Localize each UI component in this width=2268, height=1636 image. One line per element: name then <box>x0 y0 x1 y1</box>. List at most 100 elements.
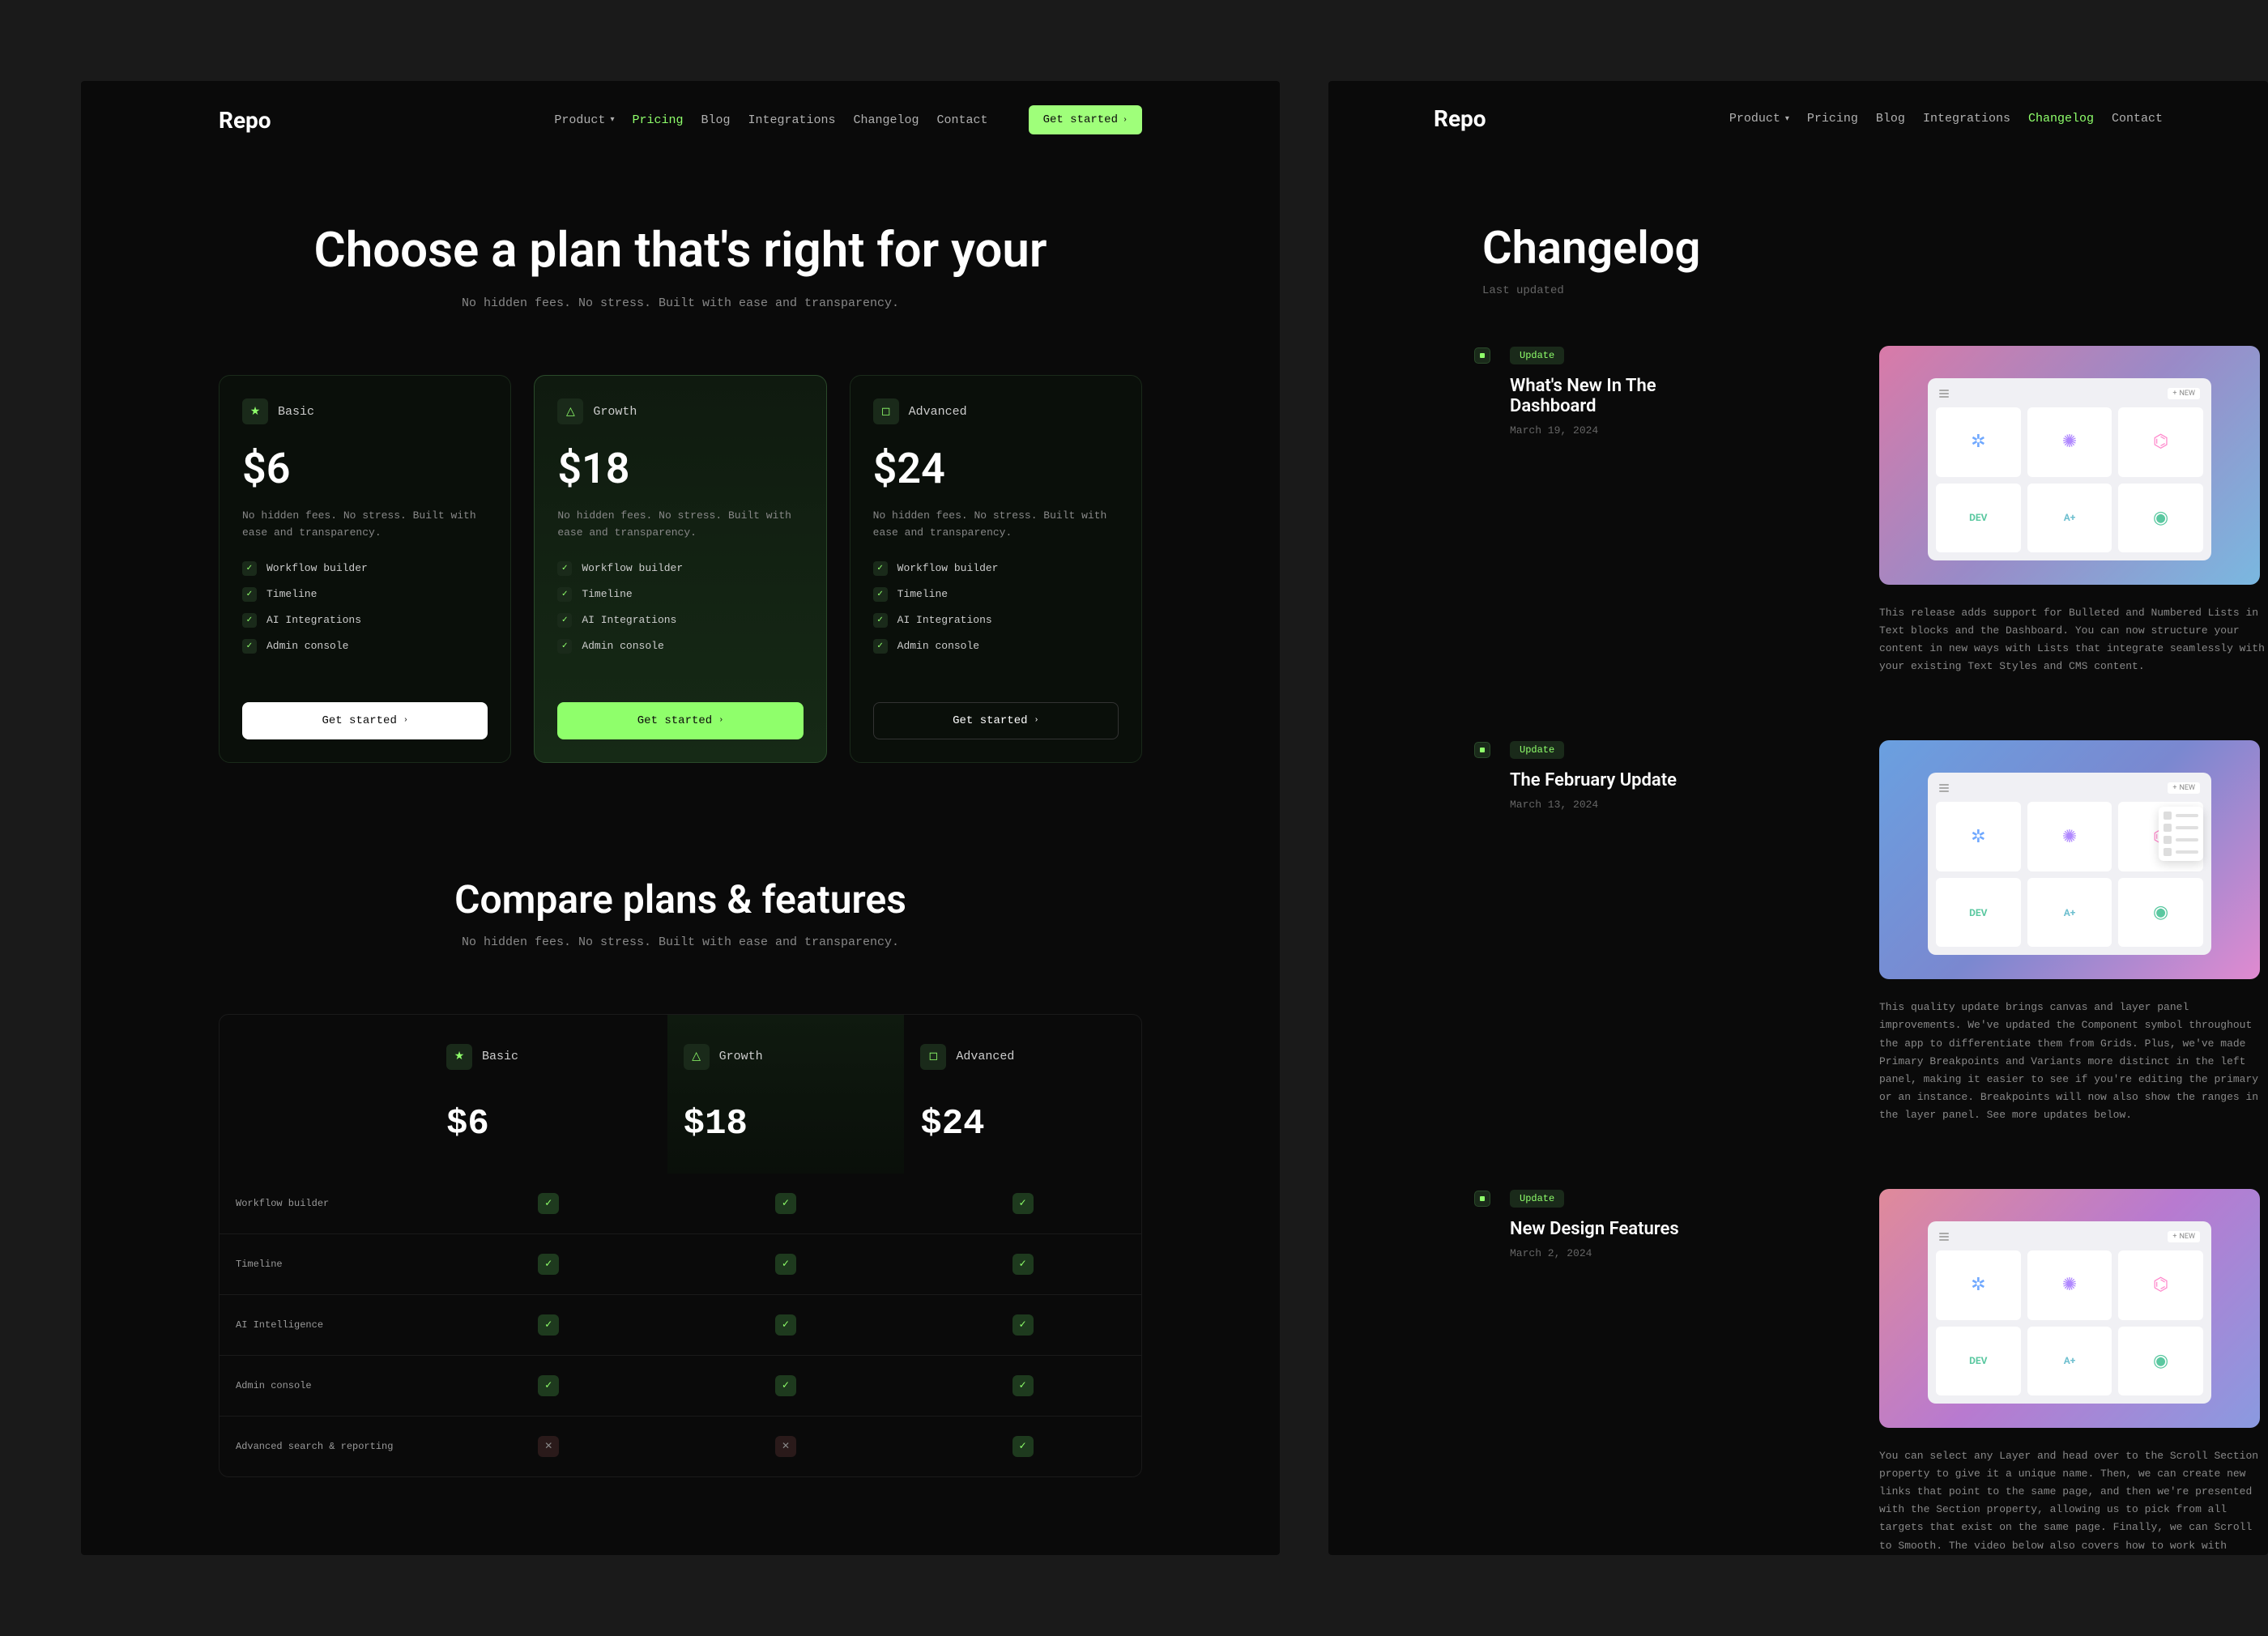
plan-cta-button[interactable]: Get started› <box>557 702 803 739</box>
logo[interactable]: Repo <box>219 107 271 134</box>
nav-product[interactable]: Product▾ <box>554 113 614 127</box>
changelog-page: Repo Product▾ Pricing Blog Integrations … <box>1328 81 2268 1555</box>
entry-title[interactable]: New Design Features <box>1510 1219 1714 1239</box>
entry-marker-icon <box>1474 1191 1490 1207</box>
new-badge: NEW <box>2168 388 2200 399</box>
dashboard-tile: A+ <box>2027 1327 2112 1396</box>
plan-price: $6 <box>242 444 488 493</box>
col-growth: △Growth $18 <box>667 1015 905 1174</box>
check-icon: ✓ <box>873 639 888 654</box>
nav-changelog[interactable]: Changelog <box>854 113 919 127</box>
nav-blog[interactable]: Blog <box>1876 112 1905 126</box>
compare-subtitle: No hidden fees. No stress. Built with ea… <box>81 935 1280 949</box>
table-row: Advanced search & reporting✕✕✓ <box>220 1416 1141 1476</box>
chevron-right-icon: › <box>403 716 408 725</box>
check-icon: ✓ <box>775 1314 796 1336</box>
nav-integrations[interactable]: Integrations <box>748 113 836 127</box>
pricing-hero: Choose a plan that's right for your No h… <box>81 159 1280 343</box>
row-label: Advanced search & reporting <box>220 1417 430 1476</box>
square-icon: ◻ <box>920 1044 946 1070</box>
check-icon: ✓ <box>1013 1314 1034 1336</box>
nav-contact[interactable]: Contact <box>937 113 988 127</box>
plan-price: $24 <box>873 444 1119 493</box>
square-icon: ◻ <box>873 398 899 424</box>
entry-date: March 2, 2024 <box>1510 1247 1714 1259</box>
feature-list: ✓Workflow builder ✓Timeline ✓AI Integrat… <box>873 561 1119 654</box>
chevron-down-icon: ▾ <box>610 115 614 125</box>
nav-contact[interactable]: Contact <box>2112 112 2163 126</box>
feature-list: ✓Workflow builder ✓Timeline ✓AI Integrat… <box>557 561 803 654</box>
plan-price: $18 <box>557 444 803 493</box>
dashboard-tile: DEV <box>1936 484 2021 553</box>
plan-name: Advanced <box>909 405 967 419</box>
page-title: Choose a plan that's right for your <box>81 224 1280 277</box>
plan-name: Basic <box>278 405 314 419</box>
dashboard-tile: DEV <box>1936 878 2021 948</box>
compare-title: Compare plans & features <box>81 876 1280 922</box>
dashboard-tile: ⌬ <box>2118 407 2203 477</box>
top-nav: Repo Product▾ Pricing Blog Integrations … <box>81 81 1280 159</box>
menu-icon <box>1939 390 1949 398</box>
nav-blog[interactable]: Blog <box>701 113 730 127</box>
dashboard-tile: ⌬ <box>2118 1250 2203 1320</box>
changelog-entry: Update What's New In The Dashboard March 1… <box>1474 346 2268 675</box>
dashboard-tile: DEV <box>1936 1327 2021 1396</box>
plan-card-advanced: ◻ Advanced $24 No hidden fees. No stress… <box>850 375 1142 763</box>
nav-product[interactable]: Product▾ <box>1729 112 1789 126</box>
check-icon: ✓ <box>557 561 572 576</box>
triangle-icon: △ <box>684 1044 710 1070</box>
check-icon: ✓ <box>873 613 888 628</box>
feature-list: ✓Workflow builder ✓Timeline ✓AI Integrat… <box>242 561 488 654</box>
entry-marker-icon <box>1474 742 1490 758</box>
check-icon: ✓ <box>1013 1375 1034 1396</box>
menu-icon <box>1939 784 1949 792</box>
entry-preview-image: NEW✲✺⌬DEVA+◉ <box>1879 740 2260 979</box>
plan-desc: No hidden fees. No stress. Built with ea… <box>873 508 1119 542</box>
plan-cta-button[interactable]: Get started› <box>873 702 1119 739</box>
plan-name: Growth <box>593 405 637 419</box>
nav-pricing[interactable]: Pricing <box>632 113 683 127</box>
col-advanced: ◻Advanced $24 <box>904 1015 1141 1174</box>
nav-integrations[interactable]: Integrations <box>1923 112 2010 126</box>
check-icon: ✓ <box>557 613 572 628</box>
dashboard-tile: ✺ <box>2027 407 2112 477</box>
check-icon: ✓ <box>242 613 257 628</box>
compare-table: ★Basic $6 △Growth $18 ◻Advanced $24 Work… <box>219 1014 1142 1477</box>
check-icon: ✓ <box>1013 1254 1034 1275</box>
pricing-cards: ★ Basic $6 No hidden fees. No stress. Bu… <box>81 343 1280 795</box>
check-icon: ✓ <box>538 1375 559 1396</box>
table-row: Timeline✓✓✓ <box>220 1233 1141 1294</box>
entry-preview-image: NEW✲✺⌬DEVA+◉ <box>1879 1189 2260 1428</box>
check-icon: ✓ <box>557 587 572 602</box>
dashboard-tile: ✺ <box>2027 802 2112 871</box>
check-icon: ✓ <box>538 1193 559 1214</box>
dashboard-tile: ✲ <box>1936 1250 2021 1320</box>
entry-title[interactable]: What's New In The Dashboard <box>1510 376 1714 416</box>
new-badge: NEW <box>2168 1231 2200 1242</box>
pricing-page: Repo Product▾ Pricing Blog Integrations … <box>81 81 1280 1555</box>
logo[interactable]: Repo <box>1434 105 1486 132</box>
entry-marker-icon <box>1474 347 1490 364</box>
entry-body-text: This release adds support for Bulleted a… <box>1879 604 2268 675</box>
triangle-icon: △ <box>557 398 583 424</box>
entry-title[interactable]: The February Update <box>1510 770 1714 790</box>
check-icon: ✓ <box>242 587 257 602</box>
changelog-entry: UpdateThe February UpdateMarch 13, 2024N… <box>1474 740 2268 1124</box>
get-started-button[interactable]: Get started› <box>1029 105 1142 134</box>
feature-item: ✓Admin console <box>557 639 803 654</box>
update-badge: Update <box>1510 347 1564 364</box>
dashboard-tile: A+ <box>2027 484 2112 553</box>
feature-item: ✓Timeline <box>242 587 488 602</box>
check-icon: ✓ <box>538 1314 559 1336</box>
plan-cta-button[interactable]: Get started› <box>242 702 488 739</box>
entry-date: March 19, 2024 <box>1510 424 1714 437</box>
feature-item: ✓AI Integrations <box>242 613 488 628</box>
nav-links: Product▾ Pricing Blog Integrations Chang… <box>554 113 987 127</box>
page-title: Changelog <box>1482 221 2268 275</box>
plan-card-basic: ★ Basic $6 No hidden fees. No stress. Bu… <box>219 375 511 763</box>
dashboard-tile: ◉ <box>2118 878 2203 948</box>
nav-pricing[interactable]: Pricing <box>1807 112 1858 126</box>
nav-changelog[interactable]: Changelog <box>2028 112 2094 126</box>
feature-item: ✓Timeline <box>557 587 803 602</box>
check-icon: ✓ <box>775 1254 796 1275</box>
